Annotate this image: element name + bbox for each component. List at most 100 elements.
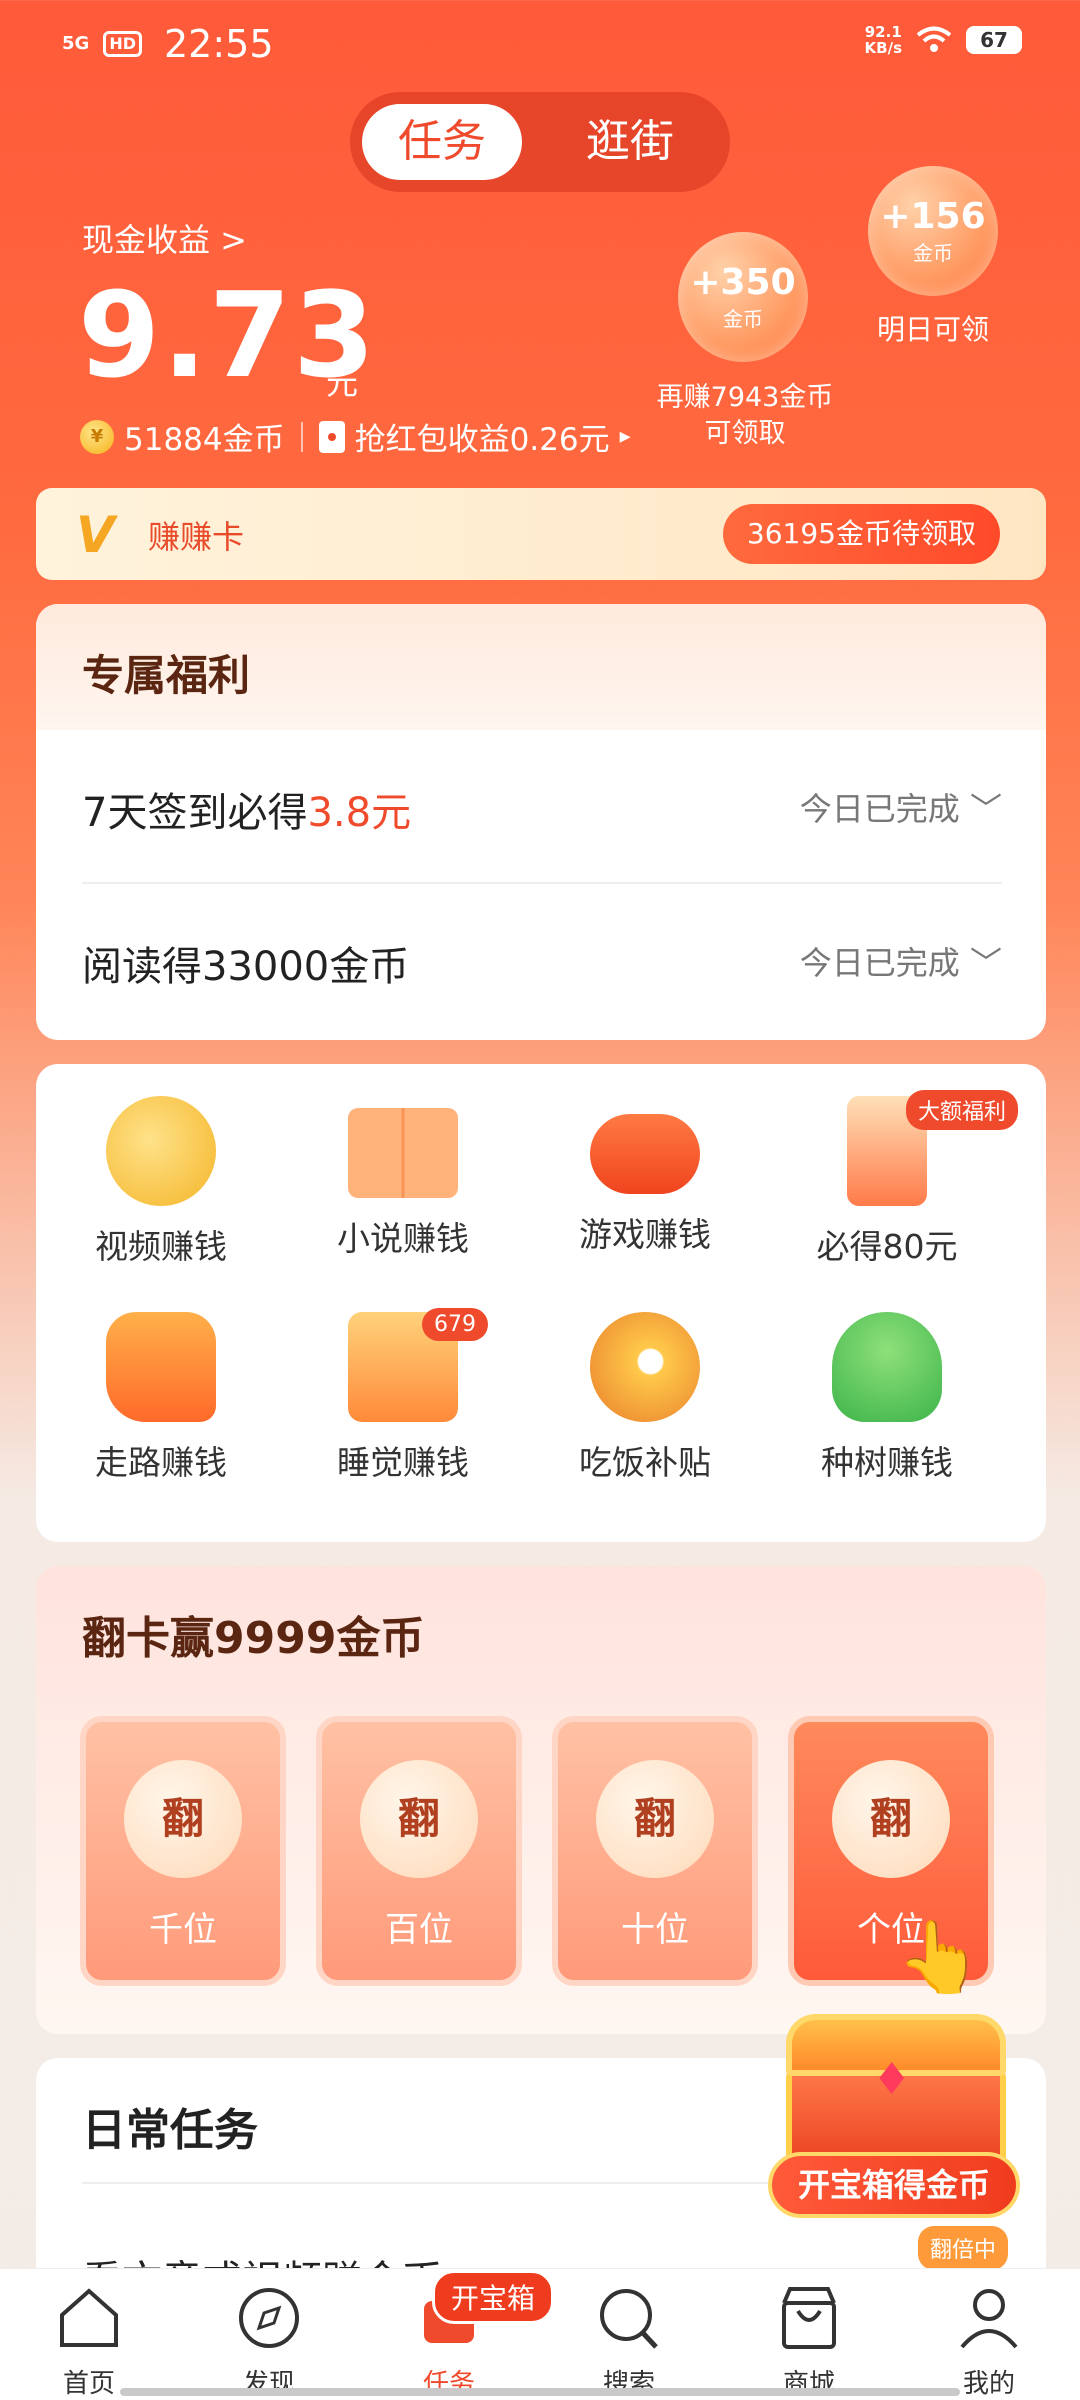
redpacket-earnings-link[interactable]: 抢红包收益0.26元 <box>355 414 610 459</box>
chevron-down-icon: ﹀ <box>969 944 1002 982</box>
grid-item-label: 走路赚钱 <box>95 1443 227 1482</box>
speed-unit: KB/s <box>864 39 902 57</box>
double-badge: 翻倍中 <box>918 2226 1009 2270</box>
network-speed: 92.1 KB/s <box>865 24 902 56</box>
checkin-row[interactable]: 7天签到必得3.8元 今日已完成 ﹀ <box>82 730 1002 880</box>
flip-button: 翻 <box>596 1760 714 1878</box>
nav-discover[interactable]: 发现 <box>194 2285 344 2400</box>
bubble-unit: 金币 <box>913 241 953 265</box>
search-icon <box>600 2289 658 2349</box>
bubble-unit: 金币 <box>723 307 763 331</box>
grid-item-label: 游戏赚钱 <box>579 1215 711 1254</box>
flip-card-thousands[interactable]: 翻 千位 <box>80 1716 286 1986</box>
bubble-caption-tomorrow: 明日可领 <box>876 313 989 346</box>
exclusive-title: 专属福利 <box>82 651 251 700</box>
flip-position-label: 百位 <box>385 1910 453 1950</box>
flip-card-section: 翻卡赢9999金币 翻 千位 翻 百位 翻 十位 翻 个位 <box>36 1566 1046 2034</box>
bubble-caption-line1: 再赚7943金币 <box>656 382 834 413</box>
checkin-status[interactable]: 今日已完成 ﹀ <box>800 784 1002 830</box>
nav-home[interactable]: 首页 <box>14 2285 164 2400</box>
coin-bubble-350[interactable]: +350 金币 <box>678 232 808 362</box>
cash-earnings-link[interactable]: 现金收益 > <box>82 215 247 261</box>
nav-mall[interactable]: 商城 <box>734 2285 884 2400</box>
nav-mine[interactable]: 我的 <box>914 2285 1064 2400</box>
bubble-caption: 再赚7943金币 可领取 <box>640 380 850 452</box>
checkin-status-text: 今日已完成 <box>799 790 960 828</box>
reading-label-text: 阅读得33000金币 <box>82 944 410 990</box>
bubble-amount: +350 <box>690 262 796 303</box>
reading-label: 阅读得33000金币 <box>82 934 409 992</box>
flip-button: 翻 <box>832 1760 950 1878</box>
battery-indicator: 67 <box>966 26 1022 54</box>
checkin-reward: 3.8元 <box>307 790 412 836</box>
reading-status[interactable]: 今日已完成 ﹀ <box>800 938 1002 984</box>
grid-item-label: 必得80元 <box>816 1227 958 1266</box>
grid-item-walk[interactable]: 走路赚钱 <box>46 1290 276 1490</box>
grid-item-novel[interactable]: 小说赚钱 <box>288 1074 518 1274</box>
grid-item-meal[interactable]: 吃饭补贴 <box>530 1290 760 1490</box>
shopping-bag-icon <box>782 2287 836 2349</box>
flip-position-label: 十位 <box>621 1910 689 1950</box>
tab-task[interactable]: 任务 <box>362 104 522 180</box>
chevron-right-icon: ▸ <box>619 424 631 449</box>
status-bar: 5G HD 22:55 92.1 KB/s 67 <box>0 0 1080 90</box>
red-packet-icon <box>318 420 345 453</box>
coin-bubble-156[interactable]: +156 金币 <box>868 166 998 296</box>
big-welfare-badge: 大额福利 <box>906 1090 1019 1130</box>
sleep-count-badge: 679 <box>422 1308 488 1341</box>
flip-position-label: 千位 <box>149 1910 217 1950</box>
open-treasure-button[interactable]: 开宝箱得金币 <box>768 2152 1020 2218</box>
money-tree-icon <box>832 1312 942 1422</box>
status-right: 92.1 KB/s 67 <box>865 24 1022 56</box>
food-bowl-icon <box>590 1312 700 1422</box>
clock: 22:55 <box>163 22 274 66</box>
grid-item-video[interactable]: 视频赚钱 <box>46 1074 276 1274</box>
flip-card-hundreds[interactable]: 翻 百位 <box>316 1716 522 1986</box>
grid-item-tree[interactable]: 种树赚钱 <box>772 1290 1002 1490</box>
claim-coins-button[interactable]: 36195金币待领取 <box>722 504 1000 564</box>
grid-item-label: 种树赚钱 <box>821 1443 953 1482</box>
shoe-icon <box>106 1312 216 1422</box>
coin-icon: ¥ <box>80 419 114 454</box>
grid-item-label: 吃饭补贴 <box>579 1443 711 1482</box>
book-icon <box>348 1108 458 1198</box>
flip-title: 翻卡赢9999金币 <box>82 1613 425 1664</box>
top-tab-switch: 任务 逛街 <box>350 92 730 192</box>
grid-item-label: 睡觉赚钱 <box>337 1443 469 1482</box>
home-indicator <box>120 2388 960 2396</box>
nav-search[interactable]: 搜索 <box>554 2285 704 2400</box>
flip-button: 翻 <box>124 1760 242 1878</box>
person-icon <box>960 2289 1018 2349</box>
daily-title: 日常任务 <box>82 2105 258 2156</box>
wifi-icon <box>916 26 952 52</box>
zhuan-card-banner[interactable]: V 赚赚卡 36195金币待领取 <box>36 488 1046 580</box>
speed-value: 92.1 <box>864 23 902 41</box>
reading-row[interactable]: 阅读得33000金币 今日已完成 ﹀ <box>82 884 1002 1034</box>
grid-item-label: 视频赚钱 <box>95 1227 227 1266</box>
open-chest-badge: 开宝箱 <box>432 2270 555 2324</box>
flip-button: 翻 <box>360 1760 478 1878</box>
exclusive-benefits-card: 专属福利 7天签到必得3.8元 今日已完成 ﹀ 阅读得33000金币 今日已完成… <box>36 604 1046 1040</box>
separator <box>300 421 303 452</box>
checkin-label: 7天签到必得3.8元 <box>82 780 411 838</box>
reading-status-text: 今日已完成 <box>799 944 960 982</box>
home-icon <box>60 2288 118 2347</box>
network-indicator: 5G <box>62 33 90 54</box>
tab-shop[interactable]: 逛街 <box>550 104 710 180</box>
cash-unit: 元 <box>326 364 359 402</box>
zhuan-card-label: 赚赚卡 <box>148 518 245 556</box>
earnings-sub-row: ¥ 51884金币 抢红包收益0.26元 ▸ <box>80 414 631 459</box>
chevron-down-icon: ﹀ <box>969 790 1002 828</box>
coin-balance[interactable]: 51884金币 <box>124 414 285 459</box>
earning-methods-grid: 视频赚钱 小说赚钱 游戏赚钱 必得80元 大额福利 走路赚钱 睡觉赚钱 679 … <box>36 1064 1046 1542</box>
flip-card-tens[interactable]: 翻 十位 <box>552 1716 758 1986</box>
status-left: 5G HD 22:55 <box>62 22 274 66</box>
heart-gem-icon: ♦ <box>872 2054 912 2105</box>
checkin-label-text: 7天签到必得 <box>82 790 308 836</box>
coin-video-icon <box>106 1096 216 1206</box>
bubble-amount: +156 <box>880 196 986 237</box>
gamepad-icon <box>590 1114 700 1194</box>
bubble-caption-line2: 可领取 <box>704 418 786 449</box>
hd-indicator: HD <box>103 31 142 57</box>
grid-item-game[interactable]: 游戏赚钱 <box>530 1074 760 1274</box>
